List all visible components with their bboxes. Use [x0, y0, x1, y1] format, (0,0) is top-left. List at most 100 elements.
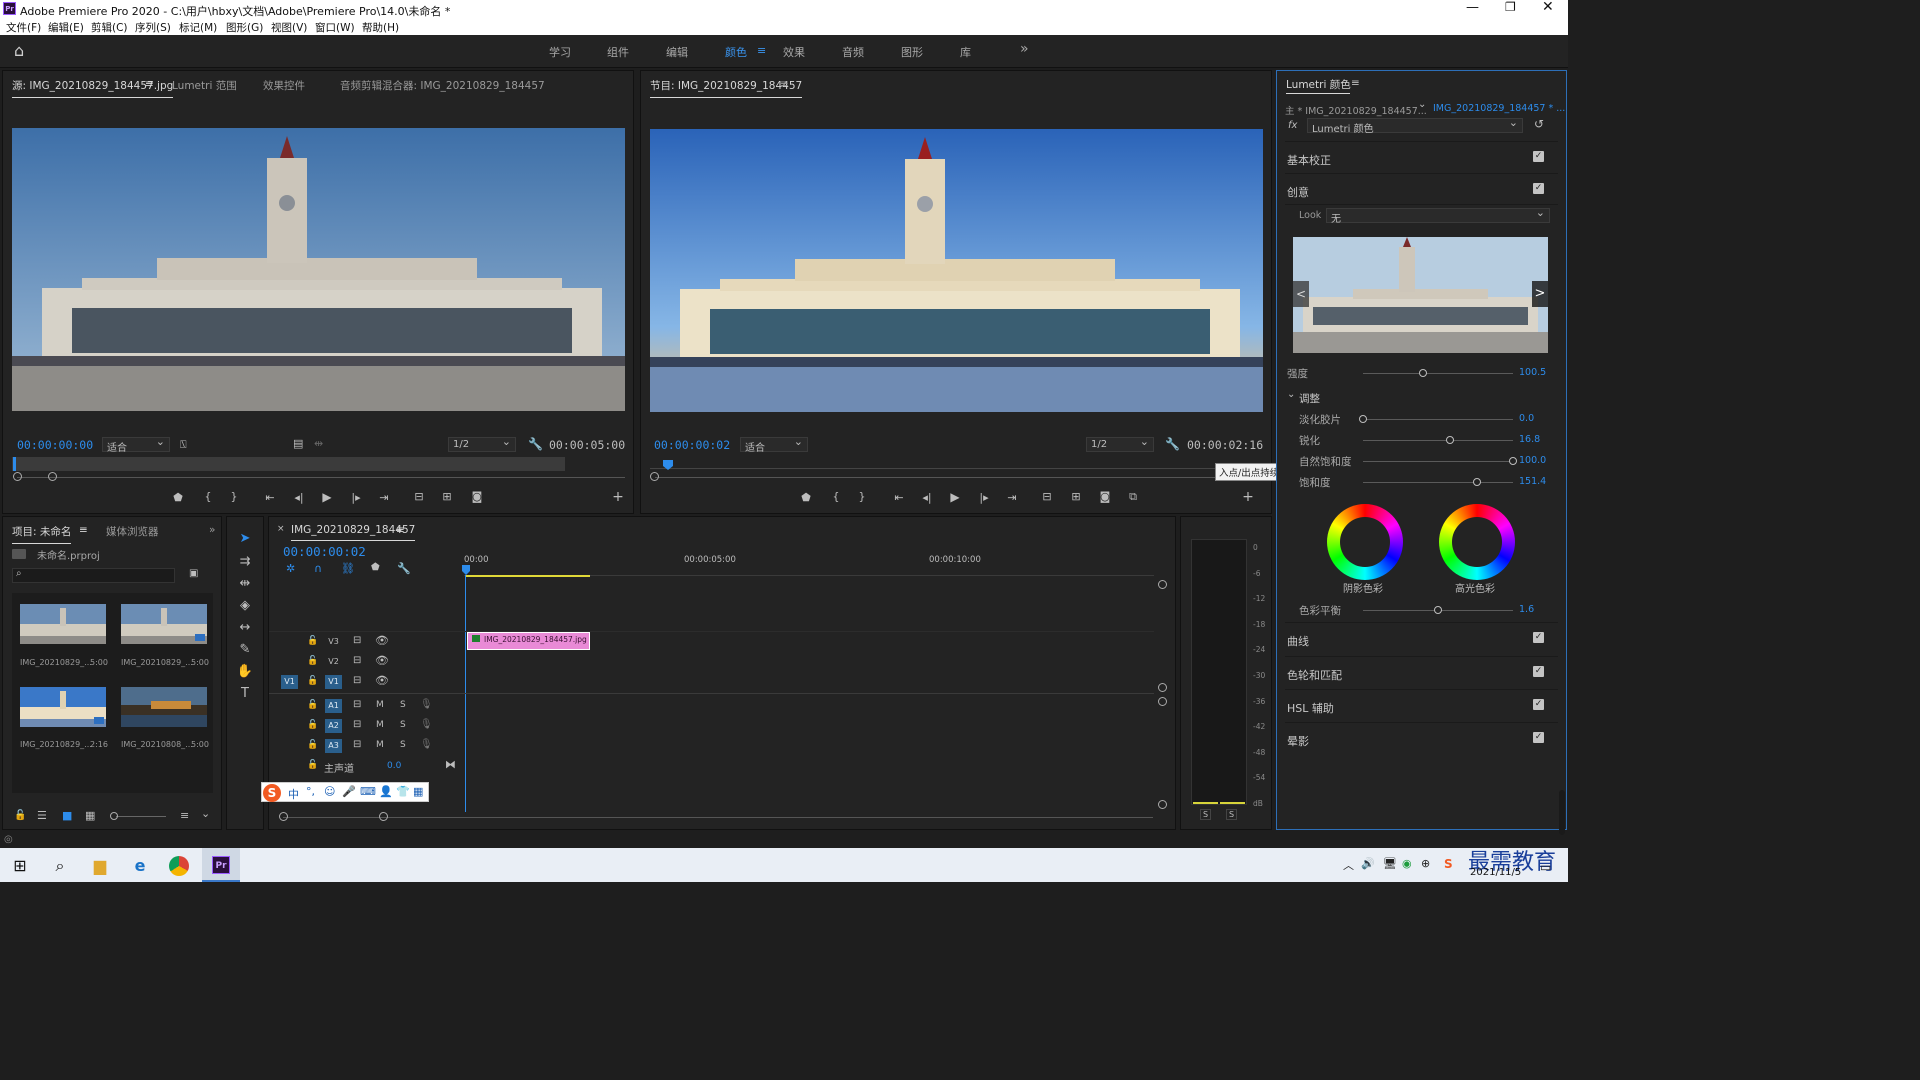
source-playhead-timecode[interactable]: 00:00:00:00 — [17, 438, 93, 452]
track-lock-icon[interactable]: 🔓 — [307, 720, 318, 730]
program-zoom-left-handle[interactable] — [650, 472, 659, 481]
lift-icon[interactable]: ⊟ — [1039, 490, 1055, 503]
windows-start-icon[interactable]: ⊞ — [9, 855, 31, 877]
mute-button[interactable]: M — [376, 700, 384, 710]
sync-lock-icon[interactable]: ⊟ — [353, 739, 361, 750]
network-icon[interactable]: 🖥 — [1383, 857, 1397, 870]
tab-source-menu-icon[interactable]: ≡ — [145, 78, 154, 90]
menu-view[interactable]: 视图(V) — [271, 20, 307, 35]
master-volume[interactable]: 0.0 — [387, 761, 401, 771]
menu-edit[interactable]: 编辑(E) — [48, 20, 84, 35]
track-target-a1[interactable]: A1 — [325, 699, 342, 713]
ime-tray-icon[interactable]: ⊕ — [1421, 857, 1430, 870]
slider-value[interactable]: 1.6 — [1519, 604, 1534, 615]
workspace-audio[interactable]: 音频 — [842, 44, 864, 60]
section-enable-checkbox[interactable]: ✓ — [1533, 732, 1544, 743]
button-editor-icon[interactable]: + — [610, 489, 626, 505]
track-select-tool-icon[interactable]: ⇉ — [236, 554, 254, 569]
tab-program-menu-icon[interactable]: ≡ — [780, 78, 789, 90]
freeform-view-icon[interactable]: ▦ — [85, 809, 95, 822]
program-wrench-icon[interactable]: 🔧 — [1165, 437, 1180, 451]
section-hsl-secondary[interactable]: HSL 辅助 ✓ — [1285, 689, 1558, 721]
step-back-icon[interactable]: ◂| — [291, 491, 307, 504]
toolbox-icon[interactable]: ▦ — [413, 785, 423, 798]
go-to-in-icon[interactable]: ⇤ — [262, 491, 278, 504]
more-workspaces-icon[interactable]: » — [1020, 41, 1029, 57]
extract-icon[interactable]: ⊞ — [1068, 490, 1084, 503]
volume-icon[interactable]: 🔊 — [1361, 857, 1375, 870]
chevron-down-icon[interactable]: ⌄ — [1287, 389, 1295, 400]
mute-button[interactable]: M — [376, 720, 384, 730]
eye-icon[interactable]: 👁 — [375, 674, 389, 687]
source-zoom-bar[interactable] — [17, 477, 625, 478]
source-time-ruler[interactable] — [12, 457, 565, 471]
effect-dropdown[interactable]: Lumetri 颜色 — [1307, 116, 1523, 135]
sequence-timecode[interactable]: 00:00:00:02 — [283, 544, 366, 559]
solo-button[interactable]: S — [400, 720, 406, 730]
section-curves[interactable]: 曲线 ✓ — [1285, 622, 1558, 654]
program-export-frame-icon[interactable]: ◙ — [1097, 490, 1113, 503]
voice-icon[interactable]: 🎤 — [342, 785, 356, 798]
look-dropdown[interactable]: 无 — [1326, 206, 1550, 225]
microphone-icon[interactable]: 🎙 — [420, 719, 433, 730]
slider-value[interactable]: 0.0 — [1519, 413, 1534, 424]
premiere-taskbar-item[interactable]: Pr — [202, 848, 240, 882]
insert-overlay-icon[interactable]: ▤ — [293, 437, 303, 450]
ime-toolbar[interactable]: S 中 °, ☺ 🎤 ⌨ 👤 👕 ▦ — [261, 782, 429, 802]
program-playhead-timecode[interactable]: 00:00:00:02 — [654, 438, 730, 452]
menu-file[interactable]: 文件(F) — [6, 20, 41, 35]
user-icon[interactable]: 👤 — [379, 785, 393, 798]
project-item-thumb[interactable] — [20, 687, 106, 727]
workspace-graphics[interactable]: 图形 — [901, 44, 923, 60]
sync-lock-icon[interactable]: ⊟ — [353, 699, 361, 710]
sync-lock-icon[interactable]: ⊟ — [353, 719, 361, 730]
project-search-input[interactable] — [12, 568, 175, 583]
go-to-out-icon[interactable]: ⇥ — [376, 491, 392, 504]
project-item-thumb[interactable] — [121, 604, 207, 644]
section-creative[interactable]: 创意 ✓ — [1285, 173, 1558, 205]
program-go-to-out-icon[interactable]: ⇥ — [1004, 491, 1020, 504]
microphone-icon[interactable]: 🎙 — [420, 699, 433, 710]
selection-tool-icon[interactable]: ➤ — [236, 531, 254, 546]
track-lock-icon[interactable]: 🔓 — [307, 760, 318, 770]
scroll-handle[interactable] — [1158, 800, 1167, 809]
section-vignette[interactable]: 晕影 ✓ — [1285, 722, 1558, 754]
notification-icon[interactable]: ▭ — [1540, 860, 1551, 874]
chevron-down-icon[interactable]: ⌄ — [1418, 99, 1426, 110]
sort-icon[interactable]: ≡ — [180, 809, 189, 822]
scroll-handle[interactable] — [1158, 697, 1167, 706]
track-target-v2[interactable]: V2 — [325, 655, 342, 669]
slider-track[interactable] — [1363, 482, 1513, 483]
tab-project[interactable]: 项目: 未命名 — [12, 524, 72, 544]
track-target-v3[interactable]: V3 — [325, 635, 342, 649]
play-icon[interactable]: ▶ — [319, 490, 335, 504]
ripple-edit-tool-icon[interactable]: ⇹ — [236, 576, 254, 591]
eye-icon[interactable]: 👁 — [375, 654, 389, 667]
home-icon[interactable]: ⌂ — [14, 41, 24, 60]
timeline-clip[interactable]: IMG_20210829_184457.jpg — [467, 632, 590, 650]
keyboard-icon[interactable]: ⌨ — [360, 785, 376, 798]
slip-tool-icon[interactable]: ↔ — [236, 620, 254, 635]
slider-knob[interactable] — [1473, 478, 1481, 486]
ime-language[interactable]: 中 — [288, 786, 299, 802]
menu-sequence[interactable]: 序列(S) — [135, 20, 171, 35]
menu-help[interactable]: 帮助(H) — [362, 20, 399, 35]
mark-in-icon[interactable]: { — [200, 490, 216, 503]
program-go-to-in-icon[interactable]: ⇤ — [891, 491, 907, 504]
add-marker-icon[interactable]: ⬟ — [170, 491, 186, 504]
track-lock-icon[interactable]: 🔓 — [307, 700, 318, 710]
insert-icon[interactable]: ⊟ — [411, 490, 427, 503]
workspace-color[interactable]: 颜色 — [725, 44, 747, 60]
track-lock-icon[interactable]: 🔓 — [307, 676, 318, 686]
chrome-icon[interactable] — [169, 856, 189, 876]
program-play-icon[interactable]: ▶ — [947, 490, 963, 504]
search-icon[interactable]: ⌕ — [49, 855, 71, 877]
scroll-handle[interactable] — [1158, 683, 1167, 692]
tab-project-menu-icon[interactable]: ≡ — [79, 524, 88, 536]
edge-icon[interactable]: e — [129, 855, 151, 877]
tab-media-browser[interactable]: 媒体浏览器 — [106, 524, 159, 539]
source-patch-v1[interactable]: V1 — [281, 675, 298, 689]
workspace-libraries[interactable]: 库 — [960, 44, 971, 60]
slider-value[interactable]: 100.5 — [1519, 367, 1546, 378]
close-sequence-icon[interactable]: × — [277, 524, 285, 534]
